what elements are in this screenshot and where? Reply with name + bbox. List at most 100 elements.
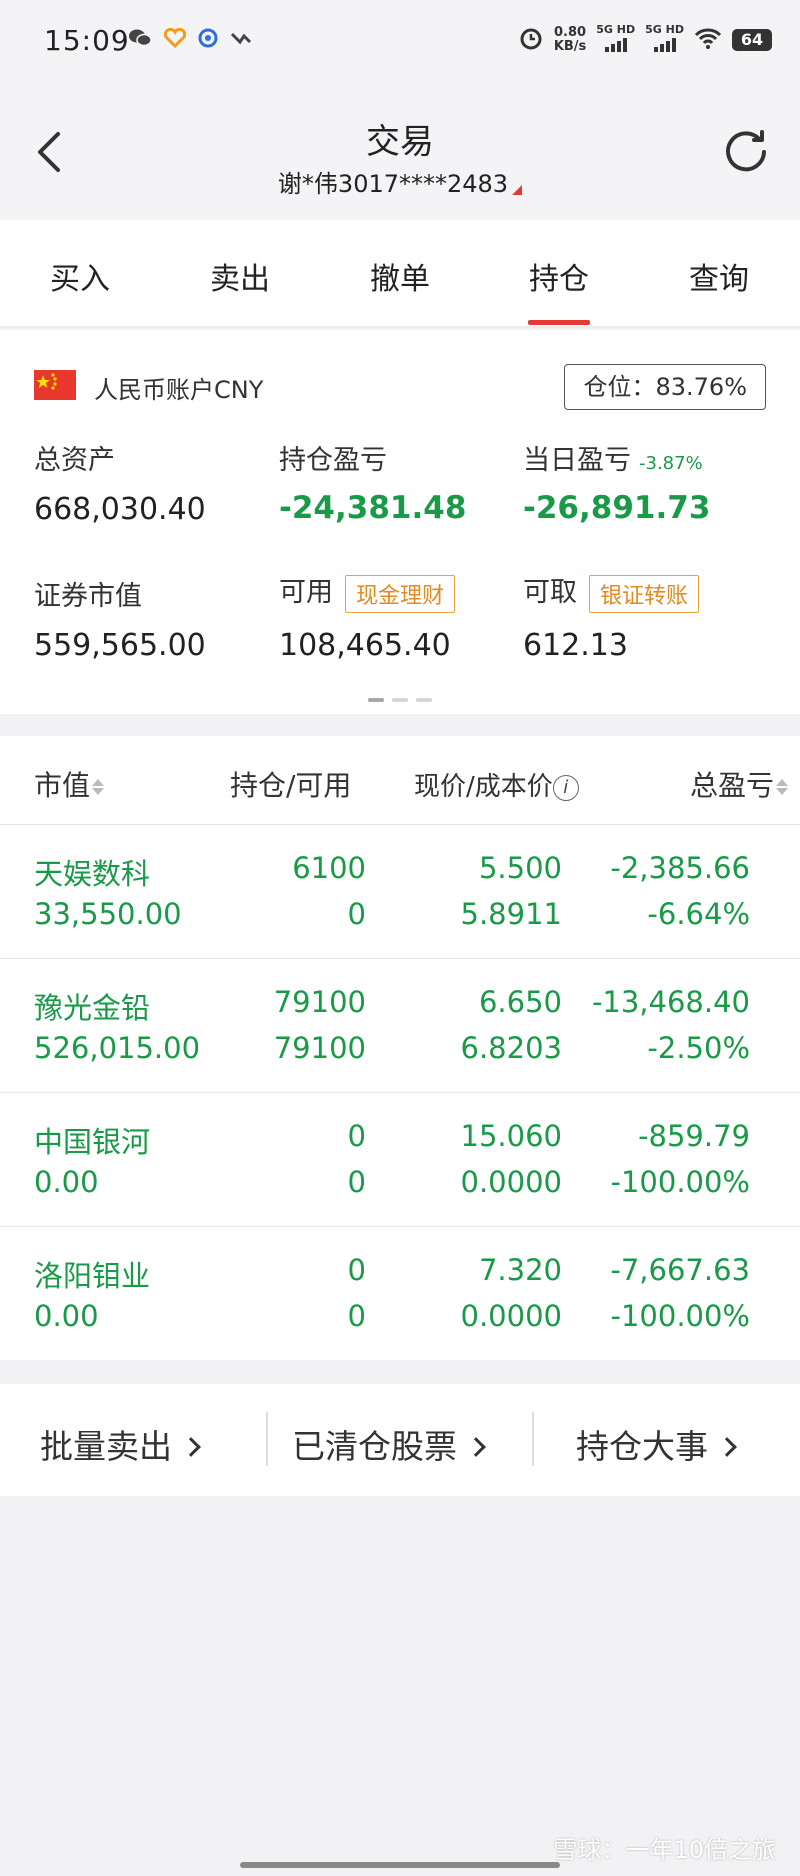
stock-available: 0 <box>347 1299 366 1333</box>
stock-pl: -859.79 <box>638 1119 750 1153</box>
status-indicators: 0.80 KB/s 5G HD 5G HD 64 <box>518 24 772 55</box>
daily-pl-label-group: 当日盈亏 -3.87% <box>523 438 703 477</box>
sort-icon <box>92 779 105 795</box>
home-indicator[interactable] <box>240 1862 560 1868</box>
stock-name: 天娱数科 <box>34 857 151 891</box>
stock-market-value: 526,015.00 <box>34 1031 201 1065</box>
battery-indicator: 64 <box>732 28 772 51</box>
trade-tabs: 买入 卖出 撤单 持仓 查询 <box>0 220 800 328</box>
stock-market-value: 33,550.00 <box>34 897 182 931</box>
holdings-table: 市值 持仓/可用 现价/成本价 i 总盈亏 天娱数科 33,550.00 6100… <box>0 736 800 1360</box>
signal-1: 5G HD <box>596 24 635 55</box>
tab-cancel[interactable]: 撤单 <box>340 254 460 298</box>
signal-bars-icon <box>653 38 676 52</box>
header-total-pl-label: 总盈亏 <box>689 769 774 802</box>
stock-position: 6100 <box>292 851 366 885</box>
stock-name: 豫光金铅 <box>34 991 151 1025</box>
info-icon[interactable]: i <box>552 774 579 801</box>
stock-pl-percent: -100.00% <box>610 1299 751 1333</box>
holding-pl-label: 持仓盈亏 <box>279 445 387 476</box>
position-ratio-badge: 仓位：83.76% <box>564 364 766 410</box>
top-bar: 15:09 0.80 KB/s 5G HD 5G HD 64 交易 谢*伟301… <box>0 0 800 220</box>
table-row[interactable]: 洛阳钼业 0.00 0 0 7.320 0.0000 -7,667.63 -10… <box>0 1226 800 1360</box>
active-tab-indicator <box>528 320 590 325</box>
market-value-label: 证券市值 <box>34 581 142 612</box>
stock-name: 洛阳钼业 <box>34 1259 151 1293</box>
tab-sell[interactable]: 卖出 <box>180 254 300 298</box>
stock-position: 0 <box>347 1253 366 1287</box>
daily-pl-label: 当日盈亏 <box>523 445 631 476</box>
total-assets-value: 668,030.40 <box>34 492 206 527</box>
holding-events-button[interactable]: 持仓大事 <box>576 1420 737 1468</box>
withdrawable-label-group: 可取 银证转账 <box>523 570 700 613</box>
alarm-icon <box>518 25 544 55</box>
withdrawable-value: 612.13 <box>523 628 628 663</box>
app-heart-icon <box>163 27 187 53</box>
app-swirl-icon <box>198 28 218 53</box>
tab-buy[interactable]: 买入 <box>20 254 140 298</box>
divider <box>266 1412 268 1466</box>
stock-pl: -2,385.66 <box>610 851 750 885</box>
header-total-pl[interactable]: 总盈亏 <box>690 764 788 804</box>
account-currency-name: 人民币账户CNY <box>94 376 264 404</box>
bank-transfer-tag[interactable]: 银证转账 <box>589 574 700 613</box>
header-market-value-label: 市值 <box>34 769 91 802</box>
refresh-button[interactable] <box>720 124 772 176</box>
account-selector[interactable]: 谢*伟3017****2483 <box>0 164 800 199</box>
daily-pl-value: -26,891.73 <box>523 490 711 526</box>
stock-cost: 5.8911 <box>460 897 562 931</box>
stock-price: 15.060 <box>460 1119 562 1153</box>
chevron-right-icon <box>181 1436 201 1457</box>
table-row[interactable]: 天娱数科 33,550.00 6100 0 5.500 5.8911 -2,38… <box>0 824 800 958</box>
holding-events-label: 持仓大事 <box>576 1427 708 1466</box>
chevron-right-icon <box>717 1436 737 1457</box>
sort-icon <box>776 779 788 795</box>
table-row[interactable]: 豫光金铅 526,015.00 79100 79100 6.650 6.8203… <box>0 958 800 1092</box>
header-price-label: 现价/成本价 <box>414 772 553 802</box>
wifi-icon <box>694 27 722 53</box>
stock-position: 79100 <box>273 985 366 1019</box>
stock-cost: 0.0000 <box>460 1165 562 1199</box>
stock-cost: 6.8203 <box>460 1031 562 1065</box>
batch-sell-label: 批量卖出 <box>40 1427 172 1466</box>
cash-management-tag[interactable]: 现金理财 <box>345 574 456 613</box>
stock-price: 6.650 <box>478 985 562 1019</box>
stock-available: 79100 <box>273 1031 366 1065</box>
stock-available: 0 <box>347 897 366 931</box>
header-position: 持仓/可用 <box>230 769 352 802</box>
china-flag-icon <box>34 370 76 400</box>
market-value-value: 559,565.00 <box>34 628 206 663</box>
stock-pl-percent: -100.00% <box>610 1165 751 1199</box>
stock-pl-percent: -2.50% <box>647 1031 750 1065</box>
signal-2: 5G HD <box>645 24 684 55</box>
withdrawable-label: 可取 <box>523 577 577 608</box>
tab-holdings[interactable]: 持仓 <box>499 254 619 298</box>
stock-market-value: 0.00 <box>34 1165 99 1199</box>
chevron-right-icon <box>466 1436 486 1457</box>
stock-pl: -13,468.40 <box>591 985 750 1019</box>
refresh-icon <box>726 130 766 172</box>
stock-market-value: 0.00 <box>34 1299 99 1333</box>
network-speed: 0.80 KB/s <box>553 24 587 54</box>
batch-sell-button[interactable]: 批量卖出 <box>40 1420 201 1468</box>
account-number: 谢*伟3017****2483 <box>277 170 509 198</box>
watermark: 雪球：一年10倍之旅 <box>553 1836 776 1864</box>
account-summary-card: 人民币账户CNY 仓位：83.76% 总资产 668,030.40 持仓盈亏 -… <box>0 330 800 714</box>
wechat-icon <box>128 28 152 53</box>
header-market-value[interactable]: 市值 <box>34 764 105 804</box>
daily-pl-percent: -3.87% <box>639 453 703 474</box>
stock-name: 中国银河 <box>34 1125 151 1159</box>
divider <box>532 1412 534 1466</box>
page-indicator-dots <box>368 698 432 702</box>
page-title: 交易 <box>366 122 434 162</box>
signal-bars-icon <box>604 38 627 52</box>
app-link-icon <box>230 30 252 51</box>
dropdown-triangle-icon <box>512 185 523 195</box>
available-label-group: 可用 现金理财 <box>279 570 456 613</box>
stock-available: 0 <box>347 1165 366 1199</box>
table-row[interactable]: 中国银河 0.00 0 0 15.060 0.0000 -859.79 -100… <box>0 1092 800 1226</box>
cleared-stocks-button[interactable]: 已清仓股票 <box>292 1420 486 1468</box>
stock-pl-percent: -6.64% <box>647 897 750 931</box>
holding-pl-value: -24,381.48 <box>279 490 467 526</box>
tab-query[interactable]: 查询 <box>659 254 779 298</box>
